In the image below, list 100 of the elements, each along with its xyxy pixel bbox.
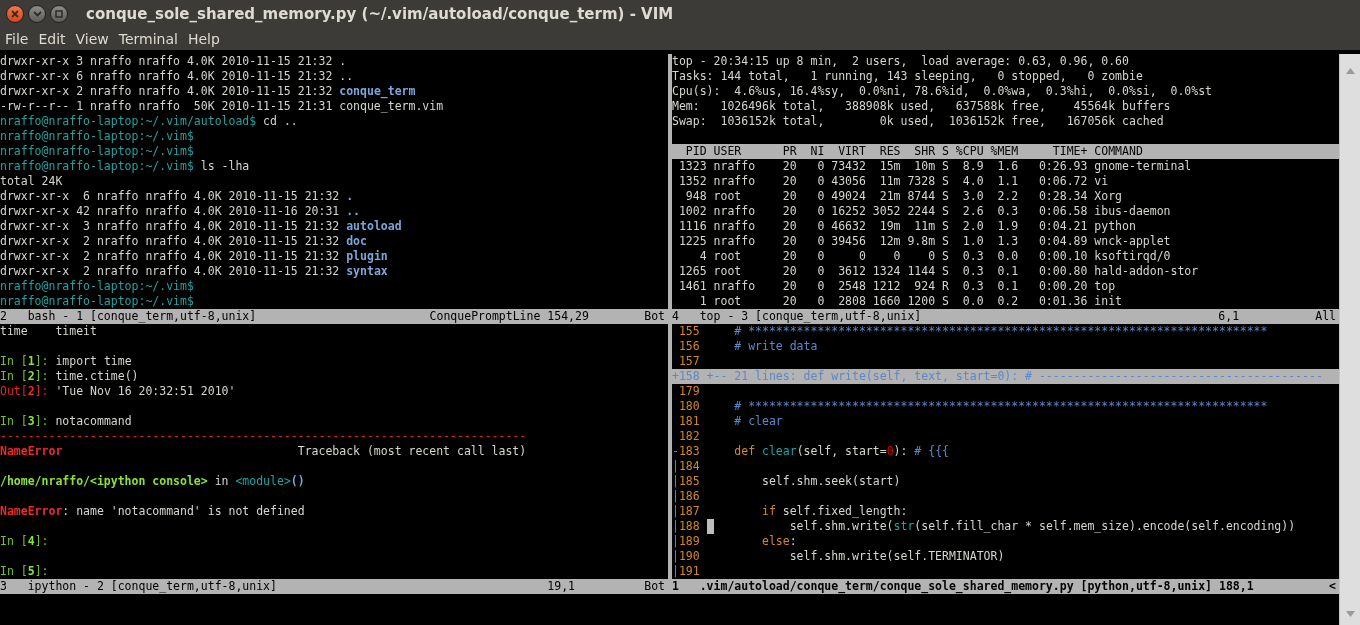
terminal-line: drwxr-xr-x 42 nraffo nraffo 4.0K 2010-11-16 20:31 .. [0,204,362,219]
scroll-position: < [1329,579,1336,594]
terminal-line: 4 root 20 0 0 0 0 S 0.3 0.0 0:00.10 ksoftirqd/0 [698,249,1172,264]
menu-item[interactable]: Help [182,28,225,49]
terminal-line: 1461 nraffo 20 0 2548 1212 924 R 0.3 0.1 0:00.20 top [677,279,1117,294]
code-line: self.shm.seek(start) [761,474,901,489]
fold-marker: | [672,504,679,519]
line-number: 190 [678,549,700,564]
code-line: self.shm.write(str(self.fill_char * self.mem_size).encode(self.encoding)) [788,519,1296,534]
code-line: else: [761,534,797,549]
terminal-line: Swap: 1036152k total, 0k used, 1036152k free, 167056k cached [672,114,1165,129]
cursor-position: 154,29 [547,309,590,324]
terminal-line: NameError Traceback (most recent call last) [0,444,528,459]
terminal-line: 1002 nraffo 20 0 16252 3052 2244 S 2.6 0.3 0:06.58 ibus-daemon [677,204,1172,219]
terminal-line: nraffo@nraffo-laptop:~/.vim$ [0,144,195,159]
terminal-line: drwxr-xr-x 2 nraffo nraffo 4.0K 2010-11-15 21:32 doc [0,234,368,249]
buffer-name: 4 top - 3 [conque_term,utf-8,unix] [672,309,922,324]
terminal-line: nraffo@nraffo-laptop:~/.vim$ ls -lha [0,159,251,174]
square-icon [55,9,63,18]
code-line: # *************************************************************************** [733,324,1268,339]
close-button[interactable] [6,4,24,23]
fold-marker: | [672,489,679,504]
fold-marker: | [672,549,679,564]
terminal-line: Cpu(s): 4.6%us, 16.4%sy, 0.0%ni, 78.6%id, 0.0%wa, 0.3%hi, 0.0%si, 0.0%st [672,84,1214,99]
line-number: 185 [678,474,700,489]
minimize-button[interactable] [28,4,46,23]
buffer-name: 1 .vim/autoload/conque_term/conque_sole_shared_memory.py [python,utf-8,unix] [672,579,1213,594]
terminal-line: nraffo@nraffo-laptop:~/.vim/autoload$ cd .. [0,114,299,129]
window-title: conque_sole_shared_memory.py (~/.vim/autoload/conque_term) - VIM [86,4,674,23]
cursor-position: 19,1 [547,579,576,594]
terminal-line: drwxr-xr-x 3 nraffo nraffo 4.0K 2010-11-15 21:32 autoload [0,219,403,234]
terminal-line: ---------------------------------------------------------------------------- [0,429,528,444]
fold-marker: | [672,564,679,579]
line-number: 179 [678,384,700,399]
terminal-line: nraffo@nraffo-laptop:~/.vim$ [0,279,195,294]
fold-marker: | [672,459,679,474]
terminal-line: drwxr-xr-x 6 nraffo nraffo 4.0K 2010-11-15 21:32 .. [0,69,355,84]
fold-marker: | [672,534,679,549]
terminal-line: NameError: name 'notacommand' is not defined [0,504,306,519]
terminal-line: time timeit [0,324,98,339]
terminal-line: Tasks: 144 total, 1 running, 143 sleeping, 0 stopped, 0 zombie [672,69,1144,84]
line-number: 188 [678,519,700,534]
terminal-line: In [4]: [0,534,50,549]
line-number: 187 [678,504,700,519]
menu-item[interactable]: Terminal [113,28,183,49]
line-number: 156 [678,339,700,354]
terminal-line: drwxr-xr-x 2 nraffo nraffo 4.0K 2010-11-15 21:32 conque_term [0,84,417,99]
line-number: 158 [678,369,700,384]
code-line: # *************************************************************************** [733,399,1268,414]
line-number: 155 [678,324,700,339]
terminal-line: /home/nraffo/<ipython console> in <module>() [0,474,306,489]
chevron-down-icon [32,10,42,17]
fold-marker: + [672,369,679,384]
cursor-position: 6,1 [1218,309,1241,324]
terminal-line: 1225 nraffo 20 0 39456 12m 9.8m S 1.0 1.3 0:04.89 wnck-applet [677,234,1172,249]
line-number: 181 [678,414,700,429]
code-line: def clear(self, start=0): # {{{ [733,444,949,459]
terminal-line: Out[2]: 'Tue Nov 16 20:32:51 2010' [0,384,237,399]
terminal-line: 1265 root 20 0 3612 1324 1144 S 0.3 0.1 0:00.80 hald-addon-stor [677,264,1200,279]
close-icon [11,9,19,18]
terminal-line: 1352 nraffo 20 0 43056 11m 7328 S 4.0 1.1 0:06.72 vi [677,174,1110,189]
buffer-name: 3 ipython - 2 [conque_term,utf-8,unix] [0,579,277,594]
terminal-line: top - 20:34:15 up 8 min, 2 users, load average: 0.63, 0.96, 0.60 [672,54,1130,69]
terminal-line: 948 root 20 0 49024 21m 8744 S 3.0 2.2 0:28.34 Xorg [684,189,1124,204]
status-info: ConquePromptLine [429,309,541,324]
terminal-line: 1323 nraffo 20 0 73432 15m 10m S 8.9 1.6 0:26.93 gnome-terminal [677,159,1193,174]
menu-item[interactable]: File [0,28,34,49]
line-number: 182 [678,429,700,444]
fold-marker: | [672,474,679,489]
terminal-line: In [2]: time.ctime() [0,369,140,384]
line-number: 157 [678,354,700,369]
fold-marker: - [672,444,679,459]
code-line: +-- 21 lines: def write(self, text, start=0): # ----------------------------------------- [706,369,1323,384]
process-table-header: PID USER PR NI VIRT RES SHR S %CPU %MEM TIME+ COMMAND [672,144,1339,159]
code-line: # clear [733,414,783,429]
maximize-button[interactable] [50,4,68,23]
terminal-line: 1116 nraffo 20 0 46632 19m 11m S 2.0 1.9 0:04.21 python [677,219,1137,234]
scroll-position: Bot [644,309,665,324]
code-line: # write data [733,339,818,354]
terminal-line: -rw-r--r-- 1 nraffo nraffo 50K 2010-11-15 21:31 conque_term.vim [0,99,445,114]
menu-item[interactable]: Edit [33,28,71,49]
line-number: 184 [678,459,700,474]
line-number: 189 [678,534,700,549]
terminal-line: nraffo@nraffo-laptop:~/.vim$ [0,129,195,144]
terminal-line: In [1]: import time [0,354,133,369]
terminal-line: drwxr-xr-x 2 nraffo nraffo 4.0K 2010-11-15 21:32 syntax [0,264,389,279]
code-line: if self.fixed_length: [761,504,908,519]
terminal-line: drwxr-xr-x 2 nraffo nraffo 4.0K 2010-11-15 21:32 plugin [0,249,389,264]
cursor-position: 188,1 [1217,579,1254,594]
scroll-position: All [1315,309,1336,324]
terminal-line: 1 root 20 0 2808 1660 1200 S 0.0 0.2 0:01.36 init [698,294,1124,309]
terminal-line: In [5]: [0,564,50,579]
terminal-line: Mem: 1026496k total, 388908k used, 637588k free, 45564k buffers [672,99,1172,114]
terminal-line: nraffo@nraffo-laptop:~/.vim$ [0,294,195,309]
buffer-name: 2 bash - 1 [conque_term,utf-8,unix] [0,309,257,324]
line-number: 180 [678,399,700,414]
code-line: self.shm.write(self.TERMINATOR) [788,549,1005,564]
terminal-line: drwxr-xr-x 6 nraffo nraffo 4.0K 2010-11-15 21:32 . [0,189,355,204]
menu-item[interactable]: View [70,28,114,49]
terminal-line: total 24K [0,174,64,189]
